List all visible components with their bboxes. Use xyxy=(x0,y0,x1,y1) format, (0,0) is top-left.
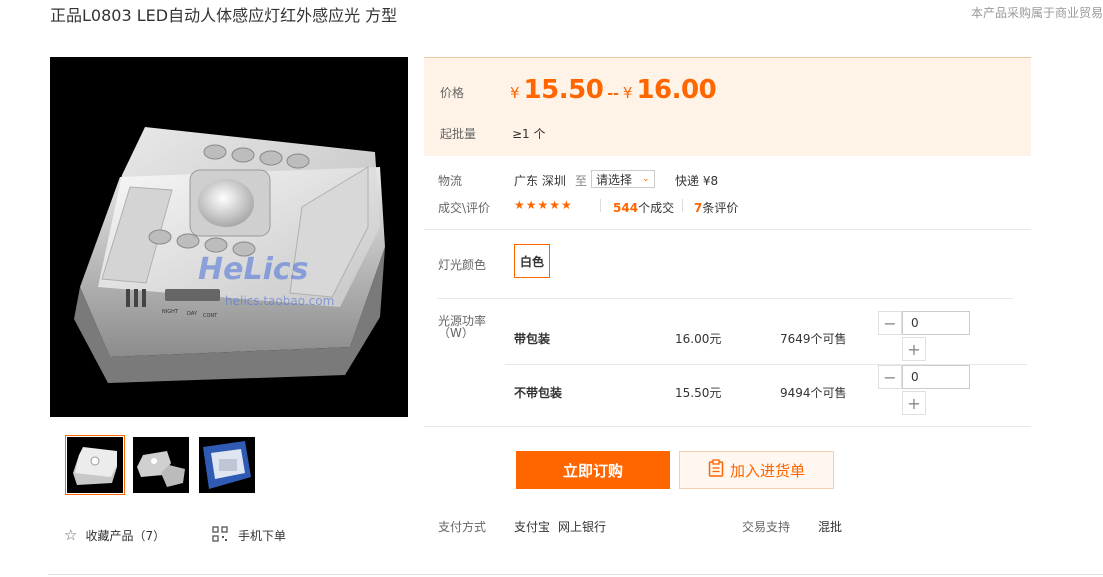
trade-notice: 本产品采购属于商业贸易 xyxy=(970,6,1103,20)
sku-name: 带包装 xyxy=(514,332,551,346)
thumbnail-image xyxy=(73,447,117,485)
switch-label-night: NIGHT xyxy=(162,309,179,315)
mobile-order-label: 手机下单 xyxy=(238,529,287,543)
watermark-url: helics.taobao.com xyxy=(225,294,334,308)
favorite-button[interactable]: ☆ 收藏产品（7） xyxy=(64,526,165,544)
chevron-down-icon: ⌄ xyxy=(642,174,650,184)
qr-code-icon xyxy=(212,526,228,545)
plus-icon[interactable]: + xyxy=(902,337,926,361)
min-order-label: 起批量 xyxy=(440,127,477,141)
min-order-value: ≥1 个 xyxy=(512,127,546,141)
thumbnail-1[interactable] xyxy=(65,435,125,495)
review-count-suffix: 条评价 xyxy=(702,201,739,215)
rating-stars: ★★★★★ xyxy=(514,198,573,212)
quantity-input[interactable]: 0 xyxy=(902,311,970,335)
mobile-order-button[interactable]: 手机下单 xyxy=(212,526,286,545)
minus-icon[interactable]: − xyxy=(878,311,902,335)
color-option-white[interactable]: 白色 xyxy=(514,244,550,278)
sku-stock: 7649个可售 xyxy=(780,332,847,346)
switch-label-day: DAY xyxy=(187,311,198,317)
minus-icon[interactable]: − xyxy=(878,365,902,389)
sku-price: 16.00元 xyxy=(675,332,722,346)
section-divider xyxy=(424,426,1031,427)
deals-label: 成交\评价 xyxy=(438,201,491,215)
price-label: 价格 xyxy=(440,86,465,100)
trade-support-label: 交易支持 xyxy=(742,520,791,534)
divider xyxy=(682,199,683,212)
price-range: ¥ 15.50 -- ¥ 16.00 xyxy=(510,75,717,105)
sold-count[interactable]: 544个成交 xyxy=(613,199,674,216)
sku-stock: 9494个可售 xyxy=(780,386,847,400)
buy-now-button[interactable]: 立即订购 xyxy=(516,451,670,489)
price-high: 16.00 xyxy=(636,75,717,105)
destination-select[interactable]: 请选择 ⌄ xyxy=(591,170,655,188)
sku-price: 15.50元 xyxy=(675,386,722,400)
clipboard-icon xyxy=(708,459,724,481)
thumbnail-2[interactable] xyxy=(133,437,189,493)
destination-value: 请选择 xyxy=(596,172,633,187)
switch-label-cont: CONT xyxy=(203,313,218,319)
quantity-stepper[interactable]: − 0 + xyxy=(878,365,970,415)
price-panel: 价格 ¥ 15.50 -- ¥ 16.00 起批量 ≥1 个 xyxy=(424,57,1031,156)
express-fee: 快递 ¥8 xyxy=(675,174,719,188)
light-color-label: 灯光颜色 xyxy=(438,258,487,272)
logistics-origin: 广东 深圳 xyxy=(514,174,566,188)
payment-alipay: 支付宝 xyxy=(514,520,551,534)
logistics-label: 物流 xyxy=(438,174,463,188)
currency-symbol: ¥ xyxy=(510,84,520,102)
payment-online-bank: 网上银行 xyxy=(558,520,607,534)
price-separator: -- xyxy=(607,86,619,102)
payment-label: 支付方式 xyxy=(438,520,487,534)
watermark-logo: HeLics xyxy=(198,252,309,287)
sku-name: 不带包装 xyxy=(514,386,563,400)
thumbnail-image xyxy=(203,441,251,489)
product-title: 正品L0803 LED自动人体感应灯红外感应光 方型 xyxy=(50,6,398,25)
section-divider xyxy=(437,298,1013,299)
quantity-input[interactable]: 0 xyxy=(902,365,970,389)
section-divider xyxy=(424,229,1031,230)
sold-count-suffix: 个成交 xyxy=(638,201,675,215)
bottom-divider xyxy=(48,574,1103,575)
logistics-to: 至 xyxy=(575,174,588,188)
quantity-stepper[interactable]: − 0 + xyxy=(878,311,970,361)
favorite-label: 收藏产品（7） xyxy=(85,528,166,543)
currency-symbol: ¥ xyxy=(622,84,633,102)
add-to-list-label: 加入进货单 xyxy=(729,461,805,480)
review-count[interactable]: 7条评价 xyxy=(694,199,738,216)
trade-support-value: 混批 xyxy=(818,520,843,534)
thumbnail-3[interactable] xyxy=(199,437,255,493)
plus-icon[interactable]: + xyxy=(902,391,926,415)
thumbnail-image xyxy=(137,451,185,487)
sold-count-number: 544 xyxy=(613,201,639,215)
divider xyxy=(600,199,601,212)
star-outline-icon: ☆ xyxy=(64,526,78,544)
power-unit: （W） xyxy=(438,326,474,340)
product-photo: NIGHT DAY CONT HeLics helics.taobao.com xyxy=(74,127,385,383)
price-low: 15.50 xyxy=(523,75,604,105)
add-to-list-button[interactable]: 加入进货单 xyxy=(679,451,834,489)
main-product-image[interactable]: NIGHT DAY CONT HeLics helics.taobao.com xyxy=(50,57,408,417)
